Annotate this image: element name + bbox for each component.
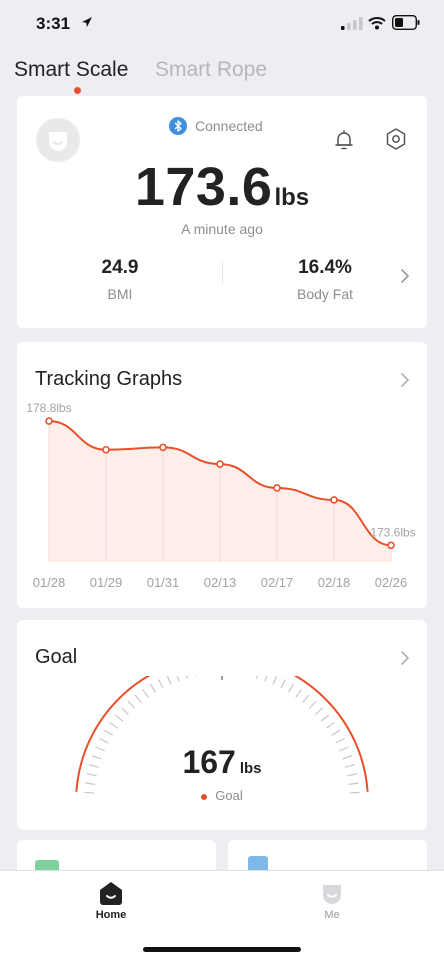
gauge-tick xyxy=(114,714,124,722)
gauge-tick xyxy=(134,694,142,704)
goal-card[interactable]: Goal 167 lbs Goal xyxy=(17,620,427,830)
tab-smart-rope[interactable]: Smart Rope xyxy=(155,58,267,82)
data-point xyxy=(159,443,167,452)
data-point xyxy=(330,496,338,504)
bluetooth-icon xyxy=(169,117,187,135)
gauge-tick xyxy=(195,676,197,677)
bell-icon[interactable] xyxy=(333,129,355,151)
start-value-label: 178.8lbs xyxy=(26,402,71,415)
gauge-tick xyxy=(264,676,268,682)
gauge-tick xyxy=(287,683,295,693)
gauge-tick xyxy=(149,683,157,693)
gauge-tick xyxy=(127,700,136,709)
x-tick-label: 02/18 xyxy=(318,575,351,590)
gauge-tick xyxy=(99,737,109,744)
data-point xyxy=(216,460,224,468)
gauge-tick xyxy=(85,782,96,785)
bmi-value: 24.9 xyxy=(101,257,139,278)
x-tick-label: 01/28 xyxy=(33,575,66,590)
current-weight: 173.6lbs xyxy=(17,156,427,218)
body-fat-value: 16.4% xyxy=(298,257,352,278)
goal-legend-label: Goal xyxy=(215,788,243,803)
bottom-tab-bar: Home Me xyxy=(0,870,444,961)
gauge-tick xyxy=(108,721,118,729)
tab-smart-scale[interactable]: Smart Scale xyxy=(14,58,128,82)
goal-title: Goal xyxy=(35,646,78,668)
data-point xyxy=(102,445,110,454)
gauge-tick xyxy=(166,676,172,685)
battery-icon xyxy=(392,15,420,30)
gauge-tick xyxy=(141,688,149,698)
tab-me-label[interactable]: Me xyxy=(307,909,357,921)
gauge-tick xyxy=(186,676,189,679)
signal-icon xyxy=(341,17,363,30)
status-time: 3:31 xyxy=(36,14,71,33)
gauge-tick xyxy=(302,694,310,704)
body-fat-label: Body Fat xyxy=(296,286,354,302)
x-tick-label: 01/29 xyxy=(90,575,123,590)
data-point xyxy=(273,484,281,492)
wifi-icon xyxy=(368,17,386,30)
status-bar: 3:31 xyxy=(0,0,444,48)
data-point xyxy=(45,417,53,425)
me-icon[interactable] xyxy=(319,881,345,907)
x-tick-label: 02/17 xyxy=(261,575,294,590)
weight-trend-chart: 01/28 01/29 01/31 02/13 02/17 02/18 02/26 178.8… xyxy=(26,402,415,590)
goal-dot-icon xyxy=(201,793,208,800)
gauge-tick xyxy=(255,676,258,679)
goal-weight: 167 lbs xyxy=(17,744,427,781)
chevron-right-icon[interactable] xyxy=(400,650,410,666)
gauge-tick xyxy=(315,707,324,715)
gauge-tick xyxy=(176,676,180,682)
bmi-label: BMI xyxy=(107,286,133,302)
goal-unit: lbs xyxy=(239,760,262,777)
gauge-tick xyxy=(320,714,330,722)
x-tick-label: 02/26 xyxy=(375,575,408,590)
gauge-tick xyxy=(326,721,336,729)
gauge-tick xyxy=(330,729,341,736)
weight-summary-card: Connected 173.6lbs A minute ago 24.9 BMI… xyxy=(17,96,427,328)
gauge-tick xyxy=(158,679,164,689)
tracking-graphs-card[interactable]: Tracking Graphs 01/28 01/29 01/31 02/13 02/1… xyxy=(17,342,427,608)
x-tick-label: 02/13 xyxy=(204,575,237,590)
gauge-tick xyxy=(103,729,114,736)
location-arrow-icon xyxy=(82,17,92,27)
goal-legend: Goal xyxy=(17,788,427,803)
gauge-tick xyxy=(247,676,249,677)
x-tick-label: 01/31 xyxy=(147,575,180,590)
chevron-right-icon[interactable] xyxy=(400,268,410,284)
data-point xyxy=(387,541,395,550)
end-value-label: 173.6lbs xyxy=(370,525,415,539)
active-tab-indicator xyxy=(74,87,81,94)
home-icon[interactable] xyxy=(97,880,125,906)
home-indicator xyxy=(143,947,301,952)
gauge-tick xyxy=(335,737,345,744)
last-updated: A minute ago xyxy=(181,221,263,237)
gauge-tick xyxy=(348,782,359,785)
tab-home-label[interactable]: Home xyxy=(86,909,136,921)
gauge-tick xyxy=(120,707,129,715)
settings-icon[interactable] xyxy=(385,127,407,151)
gauge-tick xyxy=(280,679,286,689)
chevron-right-icon[interactable] xyxy=(400,372,410,388)
gauge-tick xyxy=(272,676,278,685)
goal-value: 167 xyxy=(182,744,236,780)
tracking-graphs-title: Tracking Graphs xyxy=(35,368,183,390)
weight-value: 173.6 xyxy=(134,157,273,217)
gauge-tick xyxy=(308,700,317,709)
connection-status: Connected xyxy=(195,118,263,134)
gauge-tick xyxy=(295,688,303,698)
weight-unit: lbs xyxy=(274,184,310,211)
stats-divider xyxy=(222,262,223,284)
